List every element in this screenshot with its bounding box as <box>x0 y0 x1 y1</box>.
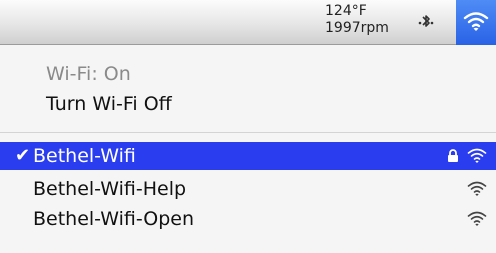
network-item-bethel-wifi-open[interactable]: Bethel-Wifi-Open <box>0 205 496 233</box>
lock-icon <box>448 149 458 162</box>
network-item-bethel-wifi-help[interactable]: Bethel-Wifi-Help <box>0 175 496 203</box>
network-name: Bethel-Wifi-Open <box>33 208 195 230</box>
checkmark-icon: ✔ <box>15 145 31 166</box>
wifi-menu-extra[interactable] <box>456 0 496 45</box>
wifi-signal-icon <box>467 211 487 226</box>
network-name: Bethel-Wifi-Help <box>33 178 187 200</box>
separator <box>0 132 496 133</box>
bluetooth-icon[interactable] <box>415 12 437 34</box>
network-item-bethel-wifi[interactable]: ✔ Bethel-Wifi <box>0 142 496 170</box>
turn-wifi-off-item[interactable]: Turn Wi-Fi Off <box>46 93 496 115</box>
wifi-menu: Wi-Fi: On Turn Wi-Fi Off ✔ Bethel-Wifi B… <box>0 45 496 253</box>
fan-speed-readout: 1997rpm <box>325 20 389 36</box>
wifi-signal-icon <box>467 181 487 196</box>
wifi-icon <box>463 12 489 31</box>
network-name: Bethel-Wifi <box>33 145 136 167</box>
menu-bar: 124°F 1997rpm <box>0 0 496 45</box>
wifi-status: Wi-Fi: On <box>46 63 131 85</box>
temperature-readout: 124°F <box>325 3 367 19</box>
wifi-signal-icon <box>467 148 487 163</box>
system-stats[interactable]: 124°F 1997rpm <box>325 3 389 37</box>
